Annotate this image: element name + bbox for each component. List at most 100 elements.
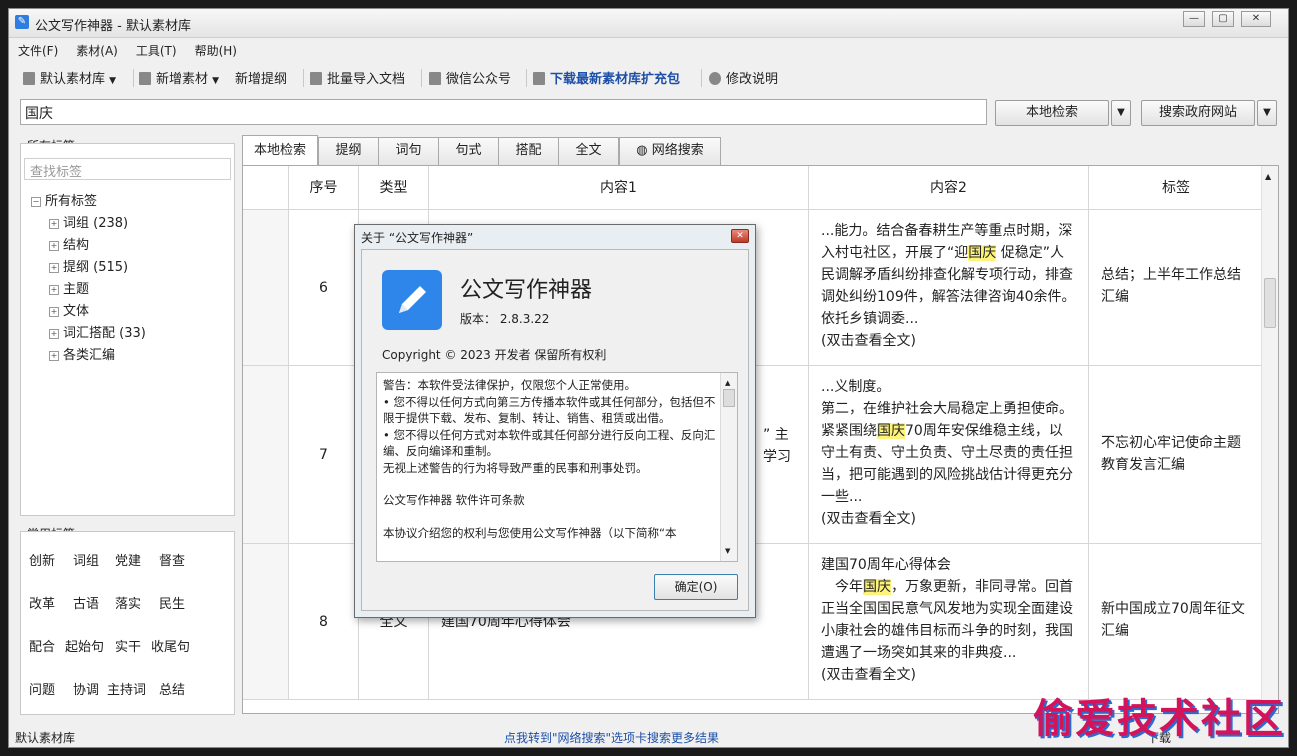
row-selector[interactable] bbox=[243, 366, 289, 544]
tree-item-theme[interactable]: + 主题 bbox=[49, 278, 89, 297]
tag-chip[interactable]: 实干 bbox=[115, 636, 141, 655]
expand-icon: + bbox=[49, 285, 59, 295]
column-header[interactable]: 序号 bbox=[289, 166, 359, 210]
minimize-button[interactable]: — bbox=[1183, 11, 1205, 27]
column-header[interactable]: 标签 bbox=[1089, 166, 1264, 210]
tree-item-structure[interactable]: + 结构 bbox=[49, 234, 89, 253]
tag-chip[interactable]: 起始句 bbox=[65, 636, 104, 655]
row-number: 7 bbox=[289, 366, 359, 544]
license-scrollbar[interactable]: ▲ ▼ bbox=[720, 373, 737, 561]
tab-collocations[interactable]: 搭配 bbox=[498, 137, 559, 165]
wechat-button[interactable]: 微信公众号 bbox=[429, 68, 511, 87]
tag-chip[interactable]: 问题 bbox=[29, 679, 55, 698]
scroll-thumb[interactable] bbox=[723, 389, 735, 407]
search-input[interactable]: 国庆 bbox=[20, 99, 987, 125]
library-dropdown[interactable]: 默认素材库 ▼ bbox=[23, 68, 116, 87]
pen-icon bbox=[382, 270, 442, 330]
tag-chip[interactable]: 督查 bbox=[159, 550, 185, 569]
tab-fulltext[interactable]: 全文 bbox=[558, 137, 619, 165]
download-pack-button[interactable]: 下载最新素材库扩充包 bbox=[533, 68, 680, 87]
view-full-link[interactable]: (双击查看全文) bbox=[821, 667, 916, 683]
column-header[interactable]: 内容2 bbox=[809, 166, 1089, 210]
window-title: 公文写作神器 - 默认素材库 bbox=[35, 19, 191, 34]
expand-icon: + bbox=[49, 263, 59, 273]
add-outline-button[interactable]: 新增提纲 bbox=[235, 68, 287, 87]
row-number: 6 bbox=[289, 210, 359, 366]
license-text[interactable]: 警告：本软件受法律保护，仅限您个人正常使用。 • 您不得以任何方式向第三方传播本… bbox=[376, 372, 738, 562]
tag-chip[interactable]: 古语 bbox=[73, 593, 99, 612]
column-header[interactable]: 内容1 bbox=[429, 166, 809, 210]
tab-patterns[interactable]: 句式 bbox=[438, 137, 499, 165]
row-tags: 不忘初心牢记使命主题教育发言汇编 bbox=[1089, 366, 1264, 544]
view-full-link[interactable]: (双击查看全文) bbox=[821, 333, 916, 349]
tree-item-phrases[interactable]: + 词组 (238) bbox=[49, 212, 128, 231]
tree-item-collocation[interactable]: + 词汇搭配 (33) bbox=[49, 322, 146, 341]
expand-icon: + bbox=[49, 241, 59, 251]
tree-item-compilations[interactable]: + 各类汇编 bbox=[49, 344, 115, 363]
menu-tools[interactable]: 工具(T) bbox=[127, 39, 186, 62]
column-header[interactable]: 类型 bbox=[359, 166, 429, 210]
menu-help[interactable]: 帮助(H) bbox=[186, 39, 246, 62]
close-button[interactable]: ✕ bbox=[1241, 11, 1271, 27]
row-content2[interactable]: ...义制度。 第二，在维护社会大局稳定上勇担使命。紧紧围绕国庆70周年安保维稳… bbox=[809, 366, 1089, 544]
local-search-dropdown[interactable]: ▼ bbox=[1111, 100, 1131, 126]
keyword-highlight: 国庆 bbox=[863, 579, 891, 595]
collapse-icon: − bbox=[31, 197, 41, 207]
table-scrollbar[interactable]: ▲ bbox=[1261, 166, 1278, 713]
tag-chip[interactable]: 收尾句 bbox=[151, 636, 190, 655]
view-full-link[interactable]: (双击查看全文) bbox=[821, 511, 916, 527]
chevron-down-icon: ▼ bbox=[109, 76, 117, 86]
home-icon bbox=[429, 72, 441, 85]
menu-material[interactable]: 素材(A) bbox=[67, 39, 127, 62]
help-icon bbox=[709, 72, 721, 85]
tag-chip[interactable]: 党建 bbox=[115, 550, 141, 569]
dialog-copyright: Copyright © 2023 开发者 保留所有权利 bbox=[382, 348, 607, 362]
expand-icon: + bbox=[49, 351, 59, 361]
tree-item-outline[interactable]: + 提纲 (515) bbox=[49, 256, 128, 275]
tag-chip[interactable]: 主持词 bbox=[107, 679, 146, 698]
tag-chip[interactable]: 词组 bbox=[73, 550, 99, 569]
keyword-highlight: 国庆 bbox=[968, 245, 997, 261]
tag-chip[interactable]: 总结 bbox=[159, 679, 185, 698]
scroll-thumb[interactable] bbox=[1264, 278, 1276, 328]
dialog-app-name: 公文写作神器 bbox=[460, 278, 593, 303]
download-icon bbox=[533, 72, 545, 85]
scroll-up-icon[interactable]: ▲ bbox=[1265, 172, 1271, 181]
tag-chip[interactable]: 落实 bbox=[115, 593, 141, 612]
ok-button[interactable]: 确定(O) bbox=[654, 574, 738, 600]
menu-file[interactable]: 文件(F) bbox=[9, 39, 67, 62]
tag-search-input[interactable]: 查找标签 bbox=[24, 158, 231, 180]
web-search-link[interactable]: 点我转到"网络搜索"选项卡搜索更多结果 bbox=[504, 729, 719, 746]
maximize-button[interactable]: ▢ bbox=[1212, 11, 1234, 27]
changelog-button[interactable]: 修改说明 bbox=[709, 68, 778, 87]
row-header-corner bbox=[243, 166, 289, 210]
gov-search-button[interactable]: 搜索政府网站 bbox=[1141, 100, 1255, 126]
tree-item-genre[interactable]: + 文体 bbox=[49, 300, 89, 319]
toolbar: 默认素材库 ▼ 新增素材 ▼ 新增提纲 批量导入文档 微信公众号 下载最新素材库… bbox=[13, 65, 1288, 91]
tab-local-search[interactable]: 本地检索 bbox=[242, 135, 318, 165]
tab-outline[interactable]: 提纲 bbox=[318, 137, 379, 165]
tag-chip[interactable]: 改革 bbox=[29, 593, 55, 612]
tag-chip[interactable]: 民生 bbox=[159, 593, 185, 612]
tab-web-search[interactable]: ◍ 网络搜索 bbox=[619, 137, 721, 165]
tag-chip[interactable]: 创新 bbox=[29, 550, 55, 569]
dialog-close-button[interactable]: ✕ bbox=[731, 229, 749, 243]
watermark: 偷爱技术社区 bbox=[1033, 695, 1285, 742]
row-content2[interactable]: ...能力。结合备春耕生产等重点时期，深入村屯社区，开展了“迎国庆 促稳定”人民… bbox=[809, 210, 1089, 366]
add-material-button[interactable]: 新增素材 ▼ bbox=[139, 68, 219, 87]
expand-icon: + bbox=[49, 329, 59, 339]
batch-import-button[interactable]: 批量导入文档 bbox=[310, 68, 405, 87]
row-selector[interactable] bbox=[243, 210, 289, 366]
title-bar: ✎ 公文写作神器 - 默认素材库 — ▢ ✕ bbox=[9, 9, 1288, 38]
chevron-down-icon: ▼ bbox=[212, 76, 220, 86]
scroll-down-icon[interactable]: ▼ bbox=[725, 543, 730, 560]
row-content2[interactable]: 建国70周年心得体会 今年国庆，万象更新，非同寻常。回首正当全国国民意气风发地为… bbox=[809, 544, 1089, 700]
tag-chip[interactable]: 协调 bbox=[73, 679, 99, 698]
row-selector[interactable] bbox=[243, 544, 289, 700]
gov-search-dropdown[interactable]: ▼ bbox=[1257, 100, 1277, 126]
local-search-button[interactable]: 本地检索 bbox=[995, 100, 1109, 126]
row-tags: 总结；上半年工作总结汇编 bbox=[1089, 210, 1264, 366]
tag-chip[interactable]: 配合 bbox=[29, 636, 55, 655]
tree-root[interactable]: − 所有标签 bbox=[31, 190, 97, 209]
tab-sentences[interactable]: 词句 bbox=[378, 137, 439, 165]
